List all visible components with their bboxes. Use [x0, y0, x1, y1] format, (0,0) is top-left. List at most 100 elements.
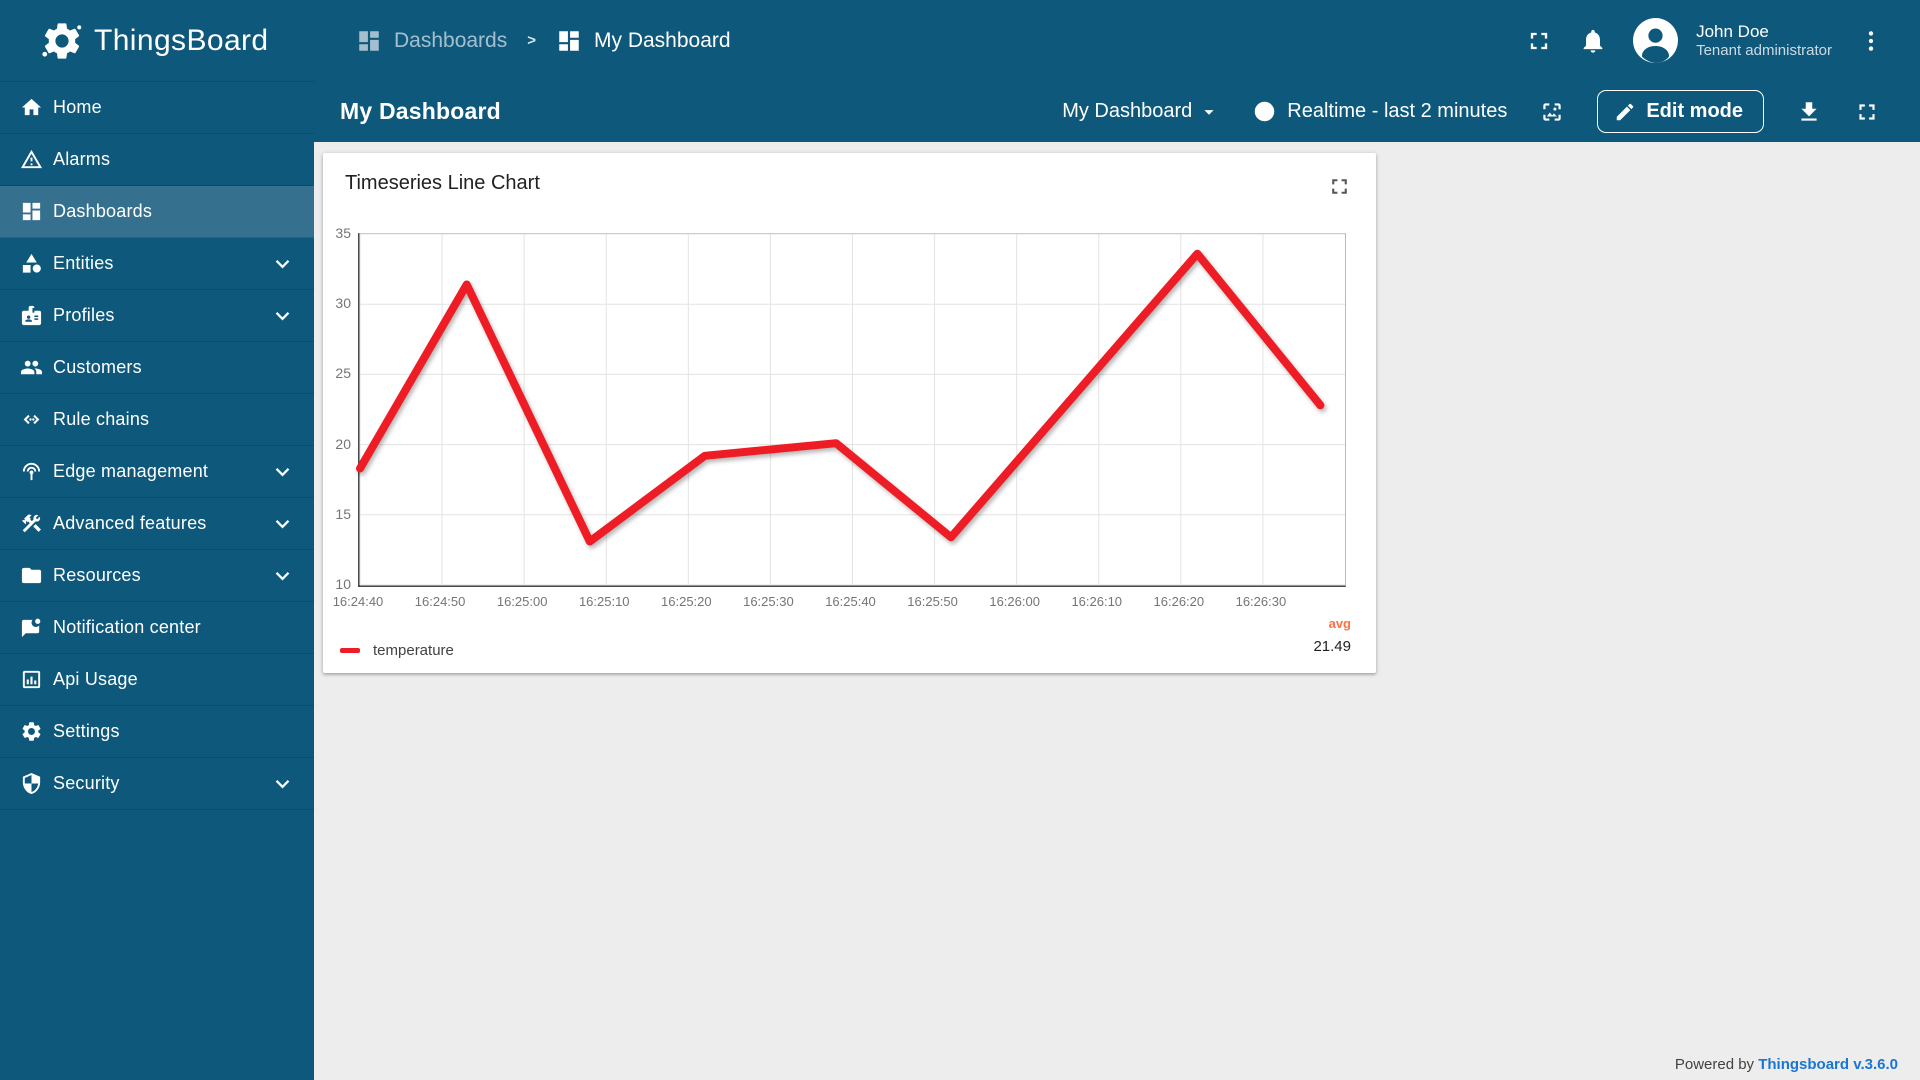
x-tick-label: 16:25:20 [661, 594, 712, 609]
sidebar-item-security[interactable]: Security [0, 758, 314, 810]
notification-center-icon [21, 618, 41, 638]
sidebar-item-edge-management[interactable]: Edge management [0, 446, 314, 498]
dashboards-icon [22, 202, 41, 221]
chevron-down-icon [275, 572, 290, 581]
timeseries-line-chart-svg [356, 233, 1345, 586]
thingsboard-gear-logo-icon [42, 22, 82, 59]
footer: Powered by Thingsboard v.3.6.0 [1675, 1056, 1898, 1073]
x-tick-label: 16:26:20 [1153, 594, 1205, 609]
timewindow-button[interactable]: Realtime - last 2 minutes [1252, 99, 1507, 124]
x-tick-label: 16:25:00 [496, 594, 548, 609]
sidebar-item-profiles[interactable]: Profiles [0, 290, 314, 342]
sidebar-item-label: Settings [53, 721, 120, 741]
sidebar-item-advanced-features[interactable]: Advanced features [0, 498, 314, 550]
dashboard-select-value: My Dashboard [1062, 100, 1193, 122]
api-usage-icon [22, 670, 41, 689]
edit-mode-button[interactable]: Edit mode [1597, 90, 1764, 133]
breadcrumb-dashboards[interactable]: Dashboards [356, 28, 507, 54]
legend-series-name: temperature [373, 642, 454, 659]
chevron-down-icon [275, 312, 290, 321]
widget-fullscreen-button[interactable] [1327, 174, 1352, 199]
sidebar-item-home[interactable]: Home [0, 81, 314, 134]
sidebar-item-rule-chains[interactable]: Rule chains [0, 394, 314, 446]
sidebar-item-alarms[interactable]: Alarms [0, 134, 314, 186]
security-icon [22, 772, 41, 795]
user-role: Tenant administrator [1696, 41, 1832, 59]
caret-down-icon [1204, 109, 1214, 115]
dashboard-content: Timeseries Line Chart 35 30 25 20 15 10 16:24… [314, 142, 1920, 1080]
dashboard-select[interactable]: My Dashboard [1062, 100, 1220, 123]
chevron-down-icon [275, 780, 290, 789]
timeseries-widget-card: Timeseries Line Chart 35 30 25 20 15 10 16:24… [323, 153, 1376, 673]
timewindow-label: Realtime - last 2 minutes [1287, 100, 1508, 122]
top-header: Dashboards > My Dashboard John Doe Tenan… [314, 0, 1920, 81]
sidebar-item-label: Edge management [53, 461, 209, 481]
sidebar-item-resources[interactable]: Resources [0, 550, 314, 602]
version-link[interactable]: Thingsboard v.3.6.0 [1758, 1056, 1898, 1073]
sidebar-item-api-usage[interactable]: Api Usage [0, 654, 314, 706]
topbar-actions: John Doe Tenant administrator [1525, 18, 1884, 63]
dashboards-icon [559, 30, 579, 51]
sidebar-item-settings[interactable]: Settings [0, 706, 314, 758]
breadcrumb-label: Dashboards [394, 28, 508, 52]
y-tick-label: 10 [335, 576, 351, 592]
app-logo[interactable]: ThingsBoard [0, 0, 314, 81]
x-tick-label: 16:24:40 [332, 594, 384, 609]
chevron-down-icon [275, 260, 290, 269]
sidebar-item-label: Resources [53, 565, 141, 585]
widget-title: Timeseries Line Chart [345, 172, 540, 194]
y-tick-label: 25 [335, 365, 351, 382]
sidebar-item-dashboards[interactable]: Dashboards [0, 186, 314, 238]
x-tick-label: 16:26:00 [989, 594, 1040, 609]
download-button[interactable] [1796, 99, 1822, 125]
legend-item-temperature[interactable]: temperature [340, 642, 454, 659]
user-avatar[interactable] [1633, 18, 1679, 63]
breadcrumb-separator: > [527, 32, 536, 49]
download-icon [1801, 101, 1817, 121]
x-tick-label: 16:25:10 [578, 594, 630, 609]
advanced-features-icon [22, 514, 41, 533]
more-vert-icon [1868, 30, 1874, 51]
sidebar: ThingsBoard Home Alarms Dashboards Entities… [0, 0, 315, 1080]
rule-chains-icon [23, 414, 40, 425]
x-tick-label: 16:25:40 [825, 594, 876, 609]
sidebar-item-label: Dashboards [53, 201, 153, 221]
sidebar-item-label: Notification center [53, 617, 201, 637]
thingsboard-app: ThingsBoard Home Alarms Dashboards Entities… [0, 0, 1920, 1080]
sidebar-item-entities[interactable]: Entities [0, 238, 314, 290]
edge-management-icon [22, 462, 41, 481]
legend-aggregation: avg 21.49 [1313, 616, 1351, 655]
dashboard-toolbar: My Dashboard My Dashboard Realtime - las… [314, 81, 1920, 142]
fullscreen-button[interactable] [1525, 27, 1553, 55]
sidebar-nav: Home Alarms Dashboards Entities Profiles Cust… [0, 81, 314, 810]
toolbar-fullscreen-button[interactable] [1854, 99, 1880, 125]
bell-icon [1583, 29, 1603, 53]
alarms-icon [20, 149, 43, 169]
sidebar-item-label: Home [53, 97, 102, 117]
more-menu-button[interactable] [1858, 28, 1884, 54]
chart-plot-area [356, 233, 1346, 587]
sidebar-item-customers[interactable]: Customers [0, 342, 314, 394]
sidebar-item-label: Rule chains [53, 409, 150, 429]
fullscreen-icon [1859, 103, 1875, 120]
breadcrumb-my-dashboard[interactable]: My Dashboard [556, 28, 731, 54]
notifications-button[interactable] [1579, 27, 1607, 55]
image-icon [1543, 102, 1561, 121]
breadcrumb: Dashboards > My Dashboard [356, 28, 731, 54]
y-tick-label: 30 [335, 295, 351, 312]
agg-label: avg [1328, 616, 1351, 631]
breadcrumb-label: My Dashboard [594, 28, 731, 52]
app-title: ThingsBoard [94, 23, 269, 57]
x-tick-label: 16:26:30 [1235, 594, 1287, 609]
edit-mode-label: Edit mode [1646, 100, 1743, 122]
sidebar-item-label: Alarms [53, 149, 111, 169]
entities-icon [22, 253, 41, 273]
powered-by-text: Powered by [1674, 1056, 1759, 1073]
settings-icon [22, 722, 41, 741]
sidebar-item-label: Customers [53, 357, 142, 377]
sidebar-item-notification-center[interactable]: Notification center [0, 602, 314, 654]
dashboard-image-button[interactable] [1539, 99, 1565, 125]
legend-line-swatch [340, 648, 360, 653]
home-icon [21, 98, 42, 116]
user-info[interactable]: John Doe Tenant administrator [1696, 21, 1832, 61]
